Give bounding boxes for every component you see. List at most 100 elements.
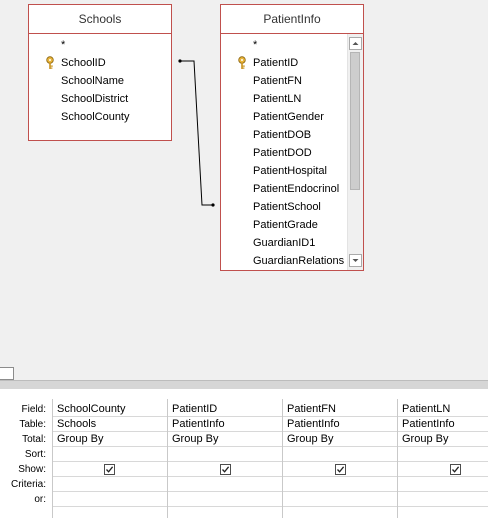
checkmark-icon: [106, 466, 114, 473]
field-patientdod[interactable]: PatientDOD: [221, 144, 348, 162]
field-cell[interactable]: PatientID: [168, 402, 283, 417]
grid-column-3[interactable]: PatientFN PatientInfo Group By: [282, 399, 398, 518]
field-patientendocrinol[interactable]: PatientEndocrinol: [221, 180, 348, 198]
row-label-or: or:: [34, 494, 46, 505]
total-cell[interactable]: Group By: [53, 432, 168, 447]
schools-field-list[interactable]: * SchoolID SchoolName SchoolDistrict Sch…: [29, 34, 171, 140]
show-checkbox[interactable]: [104, 464, 115, 475]
field-schooldistrict[interactable]: SchoolDistrict: [29, 90, 171, 108]
field-label: PatientSchool: [253, 201, 321, 213]
or-cell[interactable]: [168, 492, 283, 507]
row-label-field: Field:: [21, 404, 46, 415]
field-label: PatientEndocrinol: [253, 183, 340, 195]
or-cell[interactable]: [53, 492, 168, 507]
field-label: PatientFN: [253, 75, 302, 87]
field-all[interactable]: *: [29, 36, 171, 54]
row-label-total: Total:: [22, 434, 46, 445]
criteria-cell[interactable]: [168, 477, 283, 492]
patientinfo-scrollbar[interactable]: [347, 34, 363, 270]
or-cell[interactable]: [398, 492, 488, 507]
show-checkbox[interactable]: [220, 464, 231, 475]
scroll-down-arrow-icon: [352, 259, 359, 262]
schools-table-title[interactable]: Schools: [29, 5, 171, 34]
total-cell[interactable]: Group By: [168, 432, 283, 447]
field-label: PatientGender: [253, 111, 324, 123]
field-schoolname[interactable]: SchoolName: [29, 72, 171, 90]
field-patientgrade[interactable]: PatientGrade: [221, 216, 348, 234]
table-cell[interactable]: Schools: [53, 417, 168, 432]
field-label: PatientDOB: [253, 129, 312, 141]
field-label: PatientID: [253, 57, 299, 69]
show-cell: [168, 462, 283, 477]
field-label: SchoolDistrict: [61, 93, 129, 105]
show-cell: [398, 462, 488, 477]
field-guardianid1[interactable]: GuardianID1: [221, 234, 348, 252]
scroll-down-button[interactable]: [349, 254, 362, 267]
row-label-criteria: Criteria:: [10, 479, 46, 490]
schools-table-window[interactable]: Schools * SchoolID SchoolName SchoolDist…: [28, 4, 172, 141]
sort-cell[interactable]: [398, 447, 488, 462]
or-cell[interactable]: [283, 492, 398, 507]
field-label: SchoolCounty: [61, 111, 130, 123]
field-label: GuardianRelations: [253, 255, 345, 267]
criteria-cell[interactable]: [398, 477, 488, 492]
field-label: PatientLN: [253, 93, 302, 105]
grid-selector-box[interactable]: [0, 367, 14, 380]
field-label: *: [61, 39, 66, 51]
field-patientschool[interactable]: PatientSchool: [221, 198, 348, 216]
field-patientln[interactable]: PatientLN: [221, 90, 348, 108]
grid-column-2[interactable]: PatientID PatientInfo Group By: [167, 399, 283, 518]
row-label-sort: Sort:: [24, 449, 46, 460]
show-cell: [53, 462, 168, 477]
checkmark-icon: [337, 466, 345, 473]
show-cell: [283, 462, 398, 477]
field-label: PatientHospital: [253, 165, 327, 177]
row-label-show: Show:: [18, 464, 46, 475]
patientinfo-table-title[interactable]: PatientInfo: [221, 5, 363, 34]
field-label: SchoolName: [61, 75, 124, 87]
criteria-cell[interactable]: [283, 477, 398, 492]
total-cell[interactable]: Group By: [398, 432, 488, 447]
field-patienthospital[interactable]: PatientHospital: [221, 162, 348, 180]
field-cell[interactable]: PatientFN: [283, 402, 398, 417]
patientinfo-table-window[interactable]: PatientInfo * PatientID PatientFN Patien…: [220, 4, 364, 271]
field-label: SchoolID: [61, 57, 106, 69]
checkmark-icon: [452, 466, 460, 473]
field-cell[interactable]: PatientLN: [398, 402, 488, 417]
field-guardianrelations[interactable]: GuardianRelations: [221, 252, 348, 270]
field-schoolcounty[interactable]: SchoolCounty: [29, 108, 171, 126]
patientinfo-field-list[interactable]: * PatientID PatientFN PatientLN PatientG…: [221, 34, 348, 270]
field-patientid[interactable]: PatientID: [221, 54, 348, 72]
sort-cell[interactable]: [53, 447, 168, 462]
table-cell[interactable]: PatientInfo: [283, 417, 398, 432]
field-schoolid[interactable]: SchoolID: [29, 54, 171, 72]
show-checkbox[interactable]: [335, 464, 346, 475]
scroll-up-button[interactable]: [349, 37, 362, 50]
scroll-up-arrow-icon: [352, 42, 359, 45]
criteria-cell[interactable]: [53, 477, 168, 492]
checkmark-icon: [222, 466, 230, 473]
field-label: PatientDOD: [253, 147, 312, 159]
field-cell[interactable]: SchoolCounty: [53, 402, 168, 417]
table-cell[interactable]: PatientInfo: [398, 417, 488, 432]
field-label: PatientGrade: [253, 219, 318, 231]
primary-key-icon: [46, 56, 54, 69]
sort-cell[interactable]: [283, 447, 398, 462]
field-label: *: [253, 39, 258, 51]
field-all[interactable]: *: [221, 36, 348, 54]
sort-cell[interactable]: [168, 447, 283, 462]
field-patientfn[interactable]: PatientFN: [221, 72, 348, 90]
query-design-pane[interactable]: Schools * SchoolID SchoolName SchoolDist…: [0, 0, 488, 380]
query-design-grid[interactable]: Field: Table: Total: Sort: Show: Criteri…: [0, 389, 488, 518]
scroll-thumb[interactable]: [350, 52, 360, 190]
field-label: GuardianID1: [253, 237, 316, 249]
total-cell[interactable]: Group By: [283, 432, 398, 447]
table-cell[interactable]: PatientInfo: [168, 417, 283, 432]
grid-column-4[interactable]: PatientLN PatientInfo Group By: [397, 399, 488, 518]
field-patientgender[interactable]: PatientGender: [221, 108, 348, 126]
primary-key-icon: [238, 56, 246, 69]
grid-column-1[interactable]: SchoolCounty Schools Group By: [52, 399, 168, 518]
row-label-table: Table:: [19, 419, 46, 430]
show-checkbox[interactable]: [450, 464, 461, 475]
field-patientdob[interactable]: PatientDOB: [221, 126, 348, 144]
